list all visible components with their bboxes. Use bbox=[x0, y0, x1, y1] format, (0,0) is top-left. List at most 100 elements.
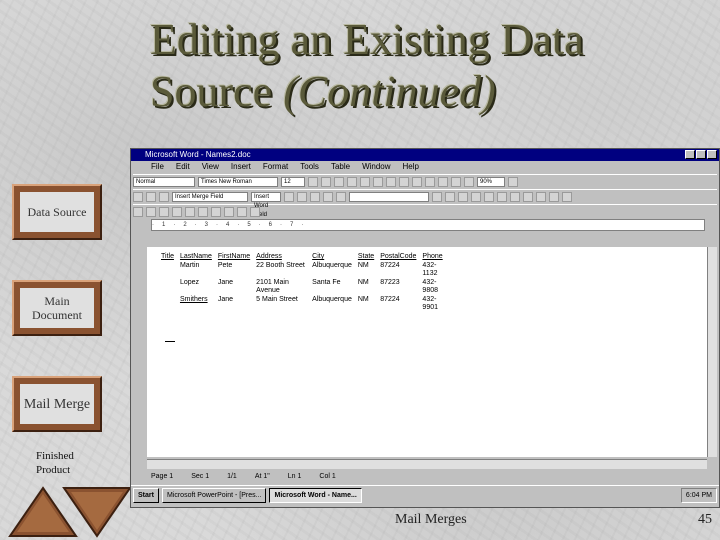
nav-main-document-button[interactable]: Main Document bbox=[12, 280, 102, 336]
save-icon[interactable] bbox=[159, 191, 169, 202]
manage-fields-icon[interactable] bbox=[146, 206, 156, 217]
minimize-icon[interactable] bbox=[685, 150, 695, 159]
table-cell[interactable]: NM bbox=[358, 279, 380, 296]
find-icon[interactable] bbox=[237, 206, 247, 217]
nav-mail-merge-button[interactable]: Mail Merge bbox=[12, 376, 102, 432]
table-cell[interactable] bbox=[161, 296, 180, 313]
table-cell[interactable]: Albuquerque bbox=[312, 296, 358, 313]
table-cell[interactable] bbox=[161, 279, 180, 296]
table-cell[interactable]: 2101 Main Avenue bbox=[256, 279, 312, 296]
sort-ascending-icon[interactable] bbox=[185, 206, 195, 217]
font-line-combo[interactable] bbox=[349, 191, 429, 202]
table-icon[interactable] bbox=[458, 191, 468, 202]
size-combo[interactable]: 12 bbox=[281, 176, 305, 187]
columns-icon[interactable] bbox=[471, 191, 481, 202]
insert-merge-field-button[interactable]: Insert Merge Field bbox=[172, 191, 248, 202]
align-left-icon[interactable] bbox=[347, 176, 357, 187]
table-cell[interactable]: NM bbox=[358, 296, 380, 313]
menu-view[interactable]: View bbox=[202, 161, 219, 173]
table-cell[interactable]: Jane bbox=[218, 279, 256, 296]
add-record-icon[interactable] bbox=[159, 206, 169, 217]
view-merged-data-icon[interactable] bbox=[284, 191, 294, 202]
close-icon[interactable] bbox=[707, 150, 717, 159]
bold-icon[interactable] bbox=[308, 176, 318, 187]
numbering-icon[interactable] bbox=[399, 176, 409, 187]
style-combo[interactable]: Normal bbox=[133, 176, 195, 187]
first-record-icon[interactable] bbox=[297, 191, 307, 202]
undo-icon[interactable] bbox=[432, 191, 442, 202]
find-record-icon[interactable] bbox=[549, 191, 559, 202]
table-cell[interactable]: 5 Main Street bbox=[256, 296, 312, 313]
font-combo[interactable]: Times New Roman bbox=[198, 176, 278, 187]
align-right-icon[interactable] bbox=[373, 176, 383, 187]
new-icon[interactable] bbox=[133, 191, 143, 202]
table-cell[interactable]: 432-1132 bbox=[422, 262, 448, 279]
edit-data-source-icon[interactable] bbox=[562, 191, 572, 202]
previous-record-icon[interactable] bbox=[310, 191, 320, 202]
menu-tools[interactable]: Tools bbox=[300, 161, 319, 173]
highlight-icon[interactable] bbox=[464, 176, 474, 187]
table-cell[interactable]: Albuquerque bbox=[312, 262, 358, 279]
table-cell[interactable]: Lopez bbox=[180, 279, 218, 296]
insert-word-field-button[interactable]: Insert Word Field bbox=[251, 191, 281, 218]
border-icon[interactable] bbox=[451, 176, 461, 187]
menu-format[interactable]: Format bbox=[263, 161, 288, 173]
underline-icon[interactable] bbox=[334, 176, 344, 187]
table-cell[interactable]: 87223 bbox=[380, 279, 422, 296]
start-button[interactable]: Start bbox=[133, 488, 159, 503]
document-area[interactable]: Title LastName FirstName Address City St… bbox=[147, 247, 707, 457]
zoom-combo[interactable]: 90% bbox=[477, 176, 505, 187]
maximize-icon[interactable] bbox=[696, 150, 706, 159]
table-row[interactable]: Smithers Jane 5 Main Street Albuquerque … bbox=[161, 296, 449, 313]
menu-edit[interactable]: Edit bbox=[176, 161, 190, 173]
menu-file[interactable]: File bbox=[151, 161, 164, 173]
insert-database-icon[interactable] bbox=[211, 206, 221, 217]
data-form-icon[interactable] bbox=[133, 206, 143, 217]
menu-window[interactable]: Window bbox=[362, 161, 390, 173]
table-cell[interactable]: 87224 bbox=[380, 296, 422, 313]
menu-table[interactable]: Table bbox=[331, 161, 350, 173]
drawing-icon[interactable] bbox=[484, 191, 494, 202]
horizontal-scrollbar[interactable] bbox=[147, 459, 707, 469]
table-cell[interactable]: 22 Booth Street bbox=[256, 262, 312, 279]
table-cell[interactable]: Santa Fe bbox=[312, 279, 358, 296]
table-cell[interactable]: Martin bbox=[180, 262, 218, 279]
redo-icon[interactable] bbox=[445, 191, 455, 202]
font-color-icon[interactable] bbox=[508, 176, 518, 187]
system-tray-clock: 6:04 PM bbox=[680, 488, 717, 503]
italic-icon[interactable] bbox=[321, 176, 331, 187]
table-row[interactable]: Lopez Jane 2101 Main Avenue Santa Fe NM … bbox=[161, 279, 449, 296]
menu-help[interactable]: Help bbox=[403, 161, 419, 173]
update-field-icon[interactable] bbox=[224, 206, 234, 217]
sort-descending-icon[interactable] bbox=[198, 206, 208, 217]
nav-data-source-button[interactable]: Data Source bbox=[12, 184, 102, 240]
table-cell[interactable]: Smithers bbox=[180, 296, 218, 313]
table-cell[interactable]: NM bbox=[358, 262, 380, 279]
vertical-scrollbar[interactable] bbox=[707, 247, 717, 457]
document-map-icon[interactable] bbox=[497, 191, 507, 202]
next-arrow-icon[interactable] bbox=[62, 486, 132, 538]
menu-insert[interactable]: Insert bbox=[231, 161, 251, 173]
delete-record-icon[interactable] bbox=[172, 206, 182, 217]
table-cell[interactable]: Pete bbox=[218, 262, 256, 279]
table-cell[interactable]: 432-9808 bbox=[422, 279, 448, 296]
taskbar-word[interactable]: Microsoft Word - Name... bbox=[269, 488, 362, 503]
increase-indent-icon[interactable] bbox=[438, 176, 448, 187]
decrease-indent-icon[interactable] bbox=[425, 176, 435, 187]
justify-icon[interactable] bbox=[386, 176, 396, 187]
last-record-icon[interactable] bbox=[336, 191, 346, 202]
table-row[interactable]: Martin Pete 22 Booth Street Albuquerque … bbox=[161, 262, 449, 279]
next-record-icon[interactable] bbox=[323, 191, 333, 202]
bullets-icon[interactable] bbox=[412, 176, 422, 187]
mail-merge-main-document-icon[interactable] bbox=[250, 206, 260, 217]
table-cell[interactable]: 432-9901 bbox=[422, 296, 448, 313]
table-cell[interactable] bbox=[161, 262, 180, 279]
taskbar-powerpoint[interactable]: Microsoft PowerPoint - [Pres... bbox=[161, 488, 267, 503]
table-cell[interactable]: Jane bbox=[218, 296, 256, 313]
open-icon[interactable] bbox=[146, 191, 156, 202]
merge-to-printer-icon[interactable] bbox=[523, 191, 533, 202]
align-center-icon[interactable] bbox=[360, 176, 370, 187]
table-cell[interactable]: 87224 bbox=[380, 262, 422, 279]
merge-icon[interactable] bbox=[536, 191, 546, 202]
show-hide-icon[interactable] bbox=[510, 191, 520, 202]
